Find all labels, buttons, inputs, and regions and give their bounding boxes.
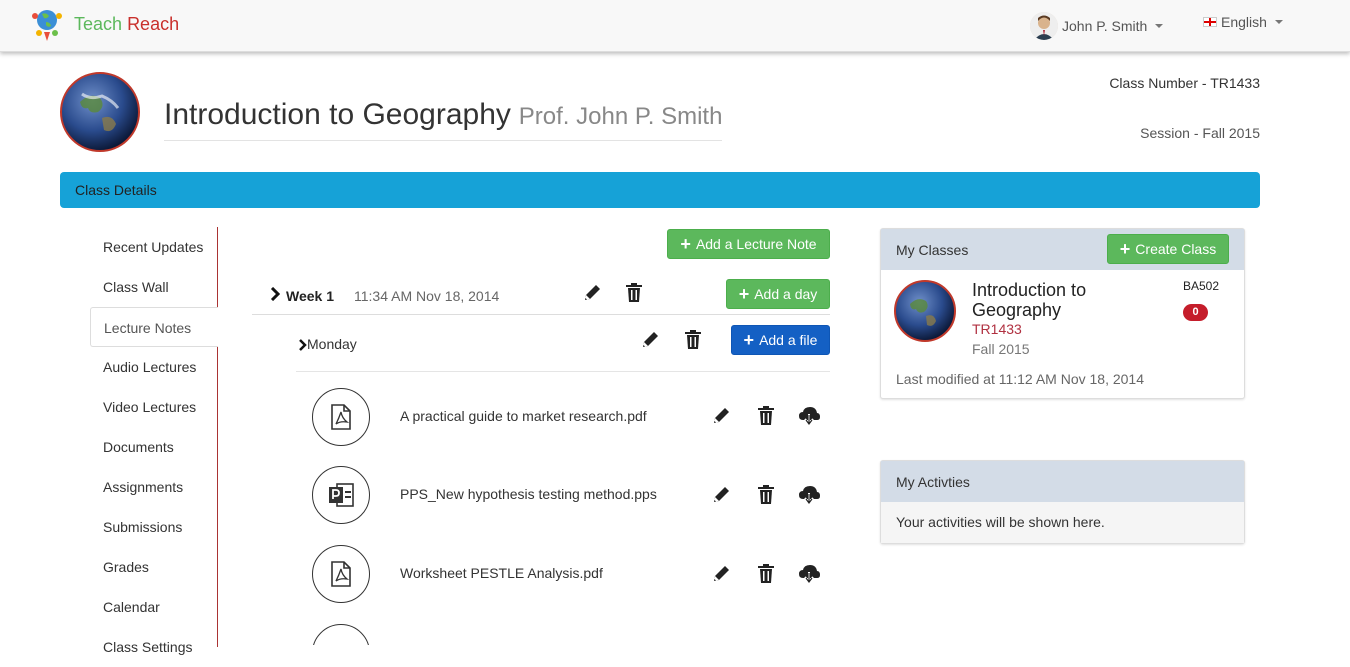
plus-icon: +	[680, 234, 691, 254]
add-day-button[interactable]: + Add a day	[726, 279, 830, 309]
notification-badge: 0	[1183, 304, 1208, 321]
chevron-right-icon[interactable]	[299, 339, 307, 351]
england-flag-icon	[1203, 17, 1217, 27]
my-activities-heading: My Activties	[896, 474, 970, 490]
caret-down-icon	[1274, 20, 1283, 24]
sidebar-item-recent-updates[interactable]: Recent Updates	[90, 227, 217, 267]
file-name[interactable]: A practical guide to market research.pdf	[400, 408, 647, 424]
class-card-term: Fall 2015	[972, 341, 1030, 357]
cloud-download-icon[interactable]	[798, 484, 820, 506]
week-timestamp: 11:34 AM Nov 18, 2014	[354, 288, 500, 304]
add-day-label: Add a day	[754, 286, 818, 302]
user-menu[interactable]: John P. Smith	[1030, 12, 1164, 40]
sidebar-item-calendar[interactable]: Calendar	[90, 587, 217, 627]
chevron-right-icon[interactable]	[270, 287, 280, 301]
sidebar-item-documents[interactable]: Documents	[90, 427, 217, 467]
sidebar-item-class-wall[interactable]: Class Wall	[90, 267, 217, 307]
my-classes-panel: My Classes + Create Class Introduction t…	[880, 228, 1245, 399]
brand-name-part1: Teach	[74, 13, 123, 34]
class-card-code: TR1433	[972, 321, 1022, 337]
class-number: Class Number - TR1433	[1109, 75, 1260, 91]
plus-icon: +	[743, 330, 755, 350]
class-details-label: Class Details	[75, 182, 157, 198]
class-side-nav: Recent Updates Class Wall Lecture Notes …	[90, 227, 218, 655]
file-icon	[312, 624, 370, 645]
activities-body: Your activities will be shown here.	[881, 502, 1244, 543]
trash-icon[interactable]	[623, 282, 645, 304]
caret-down-icon	[1155, 24, 1164, 28]
class-card-title[interactable]: Introduction to Geography	[972, 280, 1112, 320]
list-item: Worksheet PESTLE Analysis.pdf	[312, 545, 832, 605]
cloud-download-icon[interactable]	[798, 563, 820, 585]
trash-icon[interactable]	[755, 563, 777, 585]
my-activities-header: My Activties	[881, 461, 1244, 502]
my-classes-header: My Classes + Create Class	[881, 229, 1244, 270]
activities-message: Your activities will be shown here.	[896, 514, 1105, 530]
class-globe-image	[60, 72, 140, 152]
file-name[interactable]: Worksheet PESTLE Analysis.pdf	[400, 565, 603, 581]
add-lecture-note-label: Add a Lecture Note	[695, 236, 817, 252]
sidebar-item-audio-lectures[interactable]: Audio Lectures	[90, 347, 217, 387]
class-title: Introduction to Geography	[164, 98, 511, 131]
powerpoint-file-icon	[312, 466, 370, 524]
add-lecture-note-button[interactable]: + Add a Lecture Note	[667, 229, 830, 259]
sidebar-item-video-lectures[interactable]: Video Lectures	[90, 387, 217, 427]
brand[interactable]: Teach Reach	[30, 6, 179, 42]
pencil-edit-icon[interactable]	[581, 282, 603, 304]
sidebar-item-lecture-notes[interactable]: Lecture Notes	[90, 307, 218, 347]
class-title-block: Introduction to Geography Prof. John P. …	[164, 98, 723, 141]
pencil-edit-icon[interactable]	[639, 329, 661, 351]
course-code: BA502	[1183, 279, 1220, 293]
class-thumbnail[interactable]	[894, 280, 956, 342]
trash-icon[interactable]	[755, 484, 777, 506]
week-label: Week 1	[286, 288, 334, 304]
user-name: John P. Smith	[1062, 18, 1148, 34]
sidebar-item-assignments[interactable]: Assignments	[90, 467, 217, 507]
pencil-edit-icon[interactable]	[710, 484, 732, 506]
pencil-edit-icon[interactable]	[710, 563, 732, 585]
top-navbar: Teach Reach John P. Smith English	[0, 0, 1350, 52]
file-name[interactable]: PPS_New hypothesis testing method.pps	[400, 486, 657, 502]
brand-name-part2: Reach	[127, 13, 180, 34]
session-label: Session - Fall 2015	[1140, 125, 1260, 141]
create-class-button[interactable]: + Create Class	[1107, 234, 1229, 264]
add-file-button[interactable]: + Add a file	[731, 325, 830, 355]
cloud-download-icon[interactable]	[798, 405, 820, 427]
avatar	[1030, 12, 1058, 40]
pdf-file-icon	[312, 545, 370, 603]
language-label: English	[1221, 14, 1267, 30]
list-item: PPS_New hypothesis testing method.pps	[312, 466, 832, 526]
last-modified: Last modified at 11:12 AM Nov 18, 2014	[896, 371, 1145, 387]
class-details-bar: Class Details	[60, 172, 1260, 208]
globe-people-logo-icon	[32, 10, 62, 41]
my-classes-heading: My Classes	[896, 242, 969, 258]
trash-icon[interactable]	[682, 329, 704, 351]
add-file-label: Add a file	[759, 332, 818, 348]
day-label: Monday	[307, 336, 357, 352]
language-menu[interactable]: English	[1203, 14, 1283, 30]
trash-icon[interactable]	[755, 405, 777, 427]
sidebar-item-grades[interactable]: Grades	[90, 547, 217, 587]
pdf-file-icon	[312, 388, 370, 446]
sidebar-item-class-settings[interactable]: Class Settings	[90, 627, 217, 667]
create-class-label: Create Class	[1135, 241, 1217, 257]
plus-icon: +	[738, 284, 750, 304]
list-item: A practical guide to market research.pdf	[312, 388, 832, 448]
professor-name: Prof. John P. Smith	[518, 103, 723, 130]
sidebar-item-submissions[interactable]: Submissions	[90, 507, 217, 547]
plus-icon: +	[1119, 239, 1131, 259]
list-item	[312, 624, 832, 645]
my-activities-panel: My Activties Your activities will be sho…	[880, 460, 1245, 544]
pencil-edit-icon[interactable]	[710, 405, 732, 427]
